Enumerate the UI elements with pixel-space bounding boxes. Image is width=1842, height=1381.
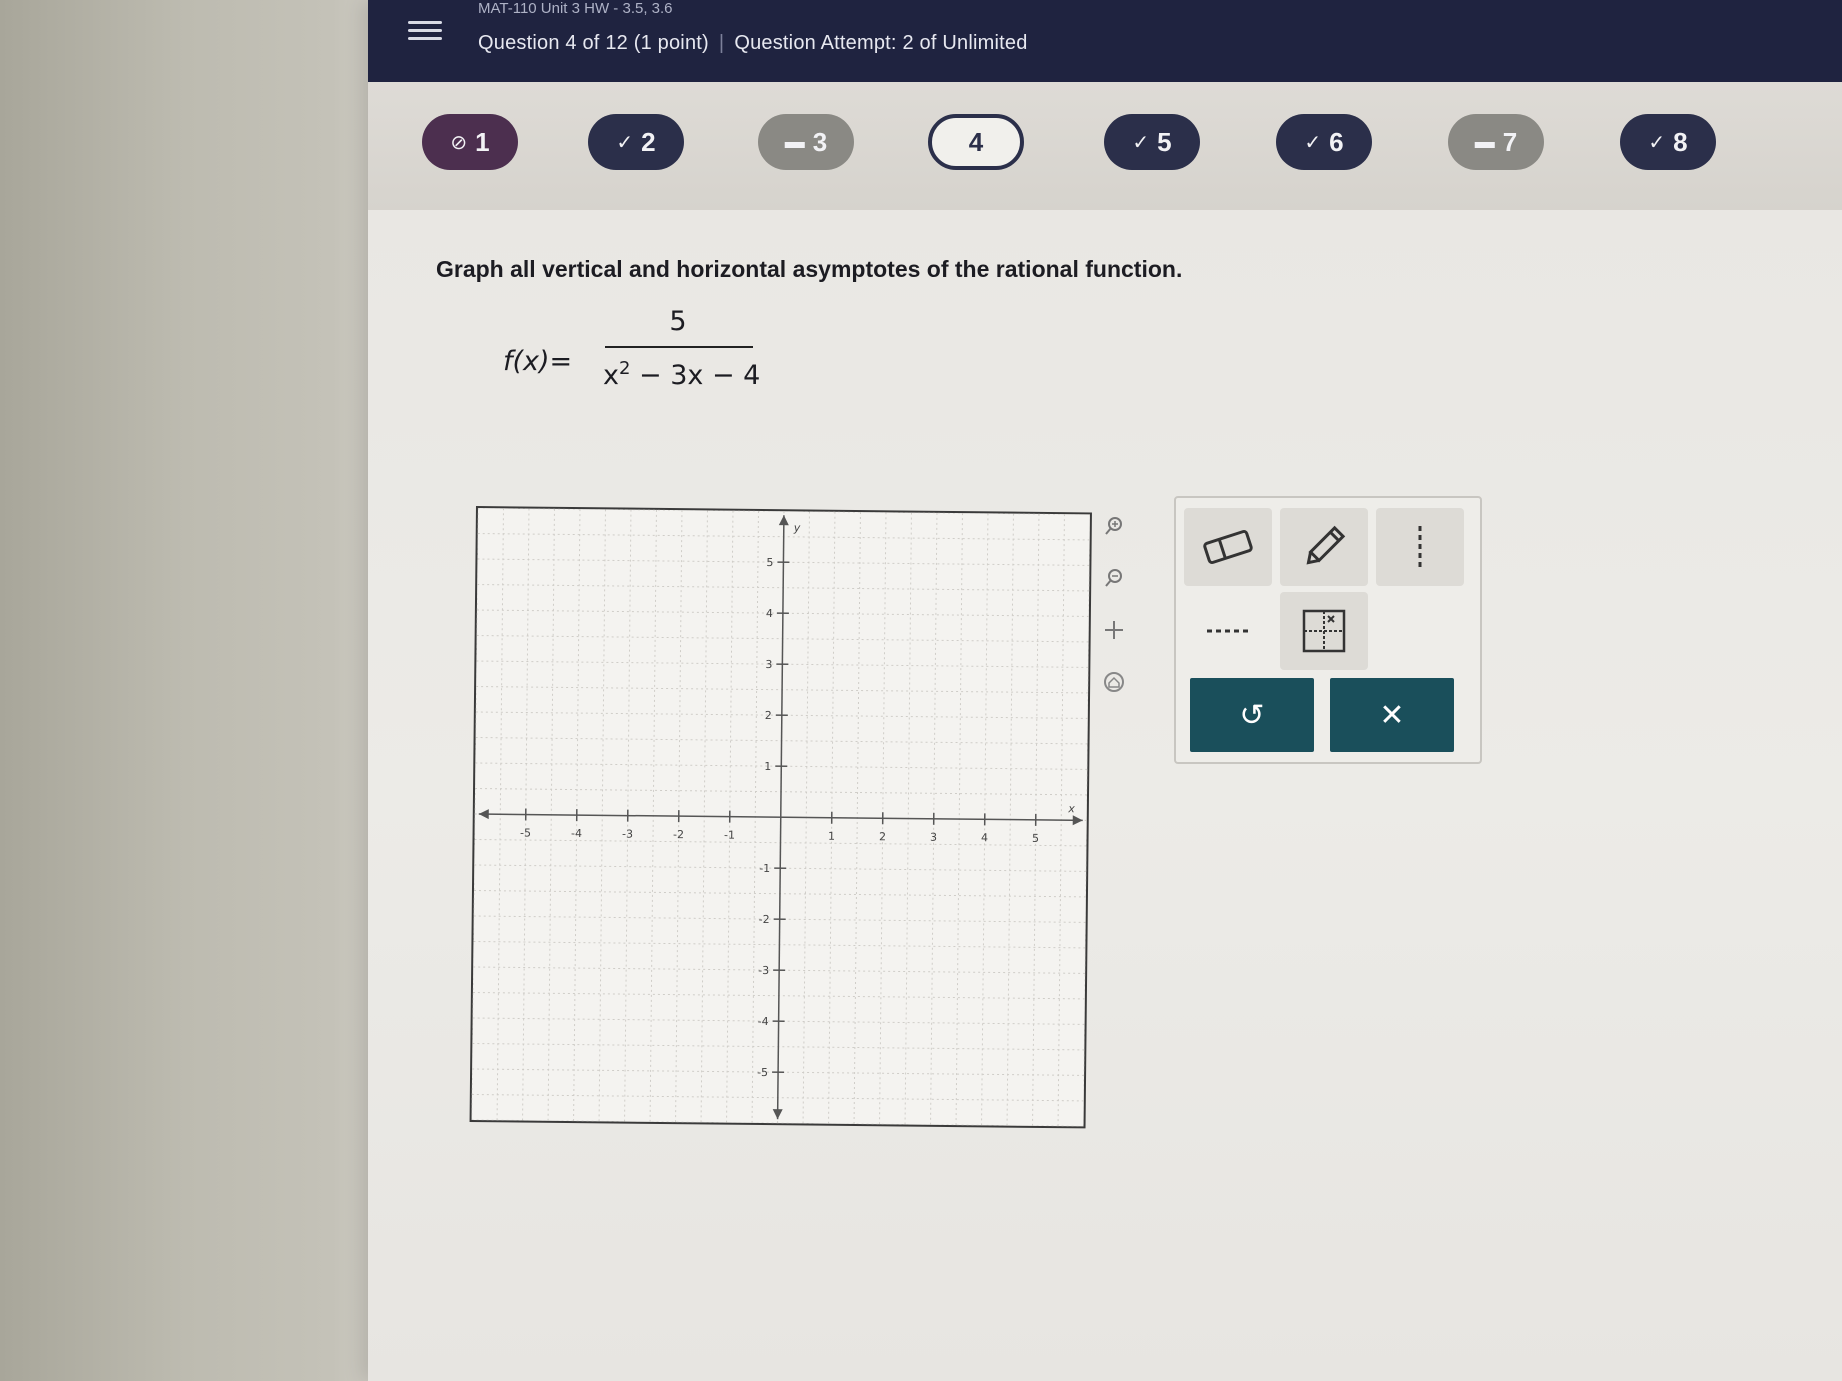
question-nav-label: 4 — [968, 126, 984, 157]
function-numerator: 5 — [669, 306, 687, 337]
grid-line-horizontal — [477, 508, 1090, 515]
undo-icon: ↺ — [1239, 698, 1265, 732]
question-nav-6[interactable]: ✓ 6 — [1276, 114, 1372, 170]
app-window: MAT-110 Unit 3 HW - 3.5, 3.6 Question 4 … — [368, 0, 1842, 1381]
x-tick-label: 4 — [981, 831, 988, 844]
question-nav-8[interactable]: ✓ 8 — [1620, 114, 1716, 170]
question-content: Graph all vertical and horizontal asympt… — [368, 210, 1842, 1381]
tool-palette: ↺ ✕ — [1174, 496, 1482, 764]
y-tick-label: 5 — [766, 556, 773, 569]
undo-button[interactable]: ↺ — [1190, 678, 1314, 752]
function-denominator: x2 − 3x − 4 — [603, 358, 760, 391]
asymptote-grid-icon[interactable] — [1280, 592, 1368, 670]
x-axis-label: x — [1067, 802, 1075, 815]
x-tick-label: 1 — [828, 830, 835, 843]
close-icon: ✕ — [1379, 698, 1405, 732]
pan-icon[interactable] — [1100, 616, 1128, 644]
x-tick-label: -5 — [520, 826, 531, 839]
question-nav-5[interactable]: ✓ 5 — [1104, 114, 1200, 170]
denominator-exponent: 2 — [618, 358, 631, 379]
header-separator: | — [718, 32, 725, 54]
attempt-info: Question Attempt: 2 of Unlimited — [734, 32, 1028, 54]
question-status-icon: ⊘ — [450, 131, 468, 154]
question-status-icon: ✓ — [1648, 131, 1666, 154]
question-nav-label: 7 — [1502, 126, 1518, 157]
zoom-in-icon[interactable] — [1100, 512, 1128, 540]
fraction-bar — [605, 346, 753, 348]
x-tick-label: -1 — [724, 829, 735, 842]
zoom-out-icon[interactable] — [1100, 564, 1128, 592]
question-prompt: Graph all vertical and horizontal asympt… — [436, 256, 1183, 282]
denominator-rest: − 3x − 4 — [630, 360, 761, 391]
coordinate-graph[interactable]: -5 -5 -4 -4 -3 -3 -2 -2 -1 -1 1 1 2 2 3 3 4 4 5 5 x y — [469, 506, 1092, 1129]
question-status-icon: ✓ — [1304, 131, 1322, 154]
question-info: Question 4 of 12 (1 point) | Question Atte… — [478, 32, 1028, 55]
question-nav-1[interactable]: ⊘ 1 — [422, 114, 518, 170]
horizontal-dashed-line-icon[interactable] — [1184, 592, 1272, 670]
function-lhs: f(x)= — [503, 346, 573, 377]
y-axis-label: y — [793, 521, 801, 534]
x-tick-label: 5 — [1032, 832, 1039, 845]
y-tick-label: 1 — [764, 760, 771, 773]
question-status-icon: ✓ — [1132, 131, 1150, 154]
y-tick-label: -3 — [758, 964, 769, 977]
question-nav-label: 6 — [1329, 126, 1344, 157]
question-position: Question 4 of 12 (1 point) — [478, 32, 709, 54]
pencil-icon[interactable] — [1280, 508, 1368, 586]
question-status-icon: ▬ — [784, 130, 805, 153]
question-nav-7[interactable]: ▬ 7 — [1448, 114, 1544, 170]
question-nav-label: 3 — [812, 126, 828, 157]
question-status-icon: ✓ — [616, 131, 634, 154]
clear-button[interactable]: ✕ — [1330, 678, 1454, 752]
vertical-dashed-line-icon[interactable] — [1376, 508, 1464, 586]
question-status-icon: ▬ — [1474, 130, 1495, 153]
question-navigation: ⊘ 1 ✓ 2 ▬ 3 4 ✓ 5 ✓ 6 ▬ 7 ✓ 8 — [368, 82, 1842, 210]
y-tick-label: -1 — [759, 862, 770, 875]
grid-line-horizontal — [471, 1119, 1084, 1127]
x-tick-label: 2 — [879, 830, 886, 843]
course-title: MAT-110 Unit 3 HW - 3.5, 3.6 — [478, 0, 673, 17]
x-tick-label: 3 — [930, 831, 937, 844]
question-nav-label: 5 — [1157, 126, 1172, 157]
x-tick-label: -2 — [673, 828, 684, 841]
question-nav-label: 2 — [641, 126, 656, 157]
question-nav-label: 8 — [1673, 126, 1688, 157]
question-nav-3[interactable]: ▬ 3 — [758, 114, 854, 170]
question-nav-label: 1 — [475, 126, 490, 157]
y-tick-label: -5 — [757, 1066, 768, 1079]
menu-icon[interactable] — [408, 16, 442, 48]
graph-canvas[interactable]: -5 -5 -4 -4 -3 -3 -2 -2 -1 -1 1 1 2 2 3 3 4 4 5 5 x y — [471, 508, 1090, 1127]
y-tick-label: 3 — [765, 658, 772, 671]
home-icon[interactable] — [1100, 668, 1128, 696]
x-tick-label: -4 — [571, 827, 582, 840]
top-bar: MAT-110 Unit 3 HW - 3.5, 3.6 Question 4 … — [368, 0, 1842, 82]
question-nav-2[interactable]: ✓ 2 — [588, 114, 684, 170]
y-tick-label: 4 — [766, 607, 773, 620]
question-nav-4[interactable]: 4 — [928, 114, 1024, 170]
x-tick-label: -3 — [622, 828, 633, 841]
denominator-base: x — [603, 360, 619, 391]
eraser-icon[interactable] — [1184, 508, 1272, 586]
y-tick-label: 2 — [765, 709, 772, 722]
y-tick-label: -4 — [758, 1015, 769, 1028]
y-tick-label: -2 — [759, 913, 770, 926]
